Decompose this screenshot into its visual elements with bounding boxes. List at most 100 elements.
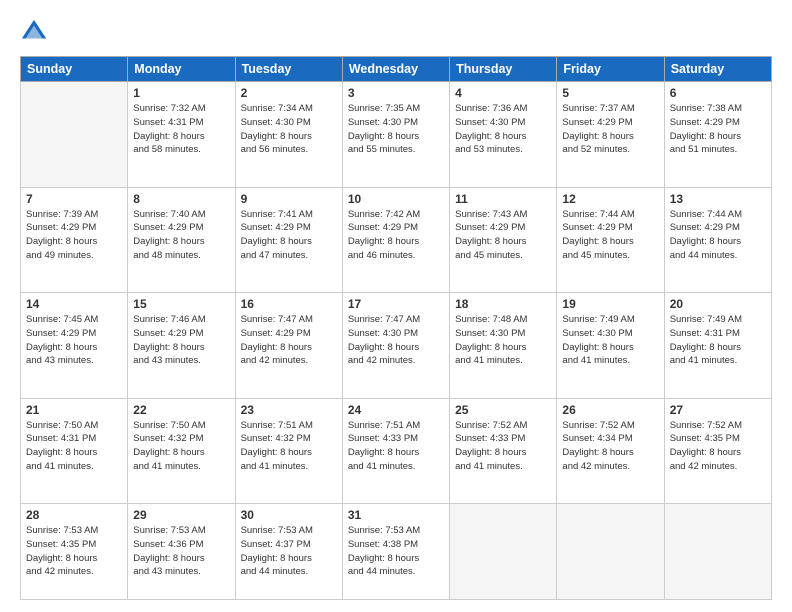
calendar-table: SundayMondayTuesdayWednesdayThursdayFrid… (20, 56, 772, 600)
day-info: Sunrise: 7:35 AMSunset: 4:30 PMDaylight:… (348, 102, 444, 157)
calendar-cell: 27Sunrise: 7:52 AMSunset: 4:35 PMDayligh… (664, 398, 771, 504)
day-number: 29 (133, 508, 229, 522)
day-number: 5 (562, 86, 658, 100)
day-number: 12 (562, 192, 658, 206)
day-number: 21 (26, 403, 122, 417)
day-info: Sunrise: 7:47 AMSunset: 4:29 PMDaylight:… (241, 313, 337, 368)
day-number: 9 (241, 192, 337, 206)
day-info: Sunrise: 7:53 AMSunset: 4:36 PMDaylight:… (133, 524, 229, 579)
day-number: 23 (241, 403, 337, 417)
day-info: Sunrise: 7:50 AMSunset: 4:31 PMDaylight:… (26, 419, 122, 474)
day-info: Sunrise: 7:53 AMSunset: 4:35 PMDaylight:… (26, 524, 122, 579)
day-number: 30 (241, 508, 337, 522)
calendar-cell (557, 504, 664, 600)
day-number: 24 (348, 403, 444, 417)
calendar-week-4: 21 Sunrise: 7:50 AMSunset: 4:31 PMDayligh… (21, 398, 772, 504)
day-number: 14 (26, 297, 122, 311)
day-info: Sunrise: 7:44 AMSunset: 4:29 PMDaylight:… (670, 208, 766, 263)
day-number: 13 (670, 192, 766, 206)
weekday-header-sunday: Sunday (21, 57, 128, 82)
calendar-cell: 16 Sunrise: 7:47 AMSunset: 4:29 PMDayligh… (235, 293, 342, 399)
day-info: Sunrise: 7:36 AMSunset: 4:30 PMDaylight:… (455, 102, 551, 157)
day-info: Sunrise: 7:48 AMSunset: 4:30 PMDaylight:… (455, 313, 551, 368)
weekday-header-thursday: Thursday (450, 57, 557, 82)
calendar-cell: 1 Sunrise: 7:32 AMSunset: 4:31 PMDaylight… (128, 82, 235, 188)
day-number: 10 (348, 192, 444, 206)
calendar-cell: 24 Sunrise: 7:51 AMSunset: 4:33 PMDayligh… (342, 398, 449, 504)
day-info: Sunrise: 7:52 AMSunset: 4:35 PMDaylight:… (670, 419, 766, 474)
day-info: Sunrise: 7:47 AMSunset: 4:30 PMDaylight:… (348, 313, 444, 368)
calendar-cell: 6 Sunrise: 7:38 AMSunset: 4:29 PMDaylight… (664, 82, 771, 188)
calendar-cell: 22Sunrise: 7:50 AMSunset: 4:32 PMDayligh… (128, 398, 235, 504)
day-number: 17 (348, 297, 444, 311)
calendar-cell: 19 Sunrise: 7:49 AMSunset: 4:30 PMDayligh… (557, 293, 664, 399)
calendar-cell: 23 Sunrise: 7:51 AMSunset: 4:32 PMDayligh… (235, 398, 342, 504)
calendar-cell (664, 504, 771, 600)
day-number: 8 (133, 192, 229, 206)
day-number: 16 (241, 297, 337, 311)
day-number: 11 (455, 192, 551, 206)
calendar-cell: 14 Sunrise: 7:45 AMSunset: 4:29 PMDayligh… (21, 293, 128, 399)
day-number: 19 (562, 297, 658, 311)
calendar-cell: 15 Sunrise: 7:46 AMSunset: 4:29 PMDayligh… (128, 293, 235, 399)
calendar-week-5: 28Sunrise: 7:53 AMSunset: 4:35 PMDayligh… (21, 504, 772, 600)
calendar-cell: 20Sunrise: 7:49 AMSunset: 4:31 PMDayligh… (664, 293, 771, 399)
day-info: Sunrise: 7:40 AMSunset: 4:29 PMDaylight:… (133, 208, 229, 263)
day-info: Sunrise: 7:44 AMSunset: 4:29 PMDaylight:… (562, 208, 658, 263)
day-number: 3 (348, 86, 444, 100)
calendar-cell: 3 Sunrise: 7:35 AMSunset: 4:30 PMDaylight… (342, 82, 449, 188)
day-number: 25 (455, 403, 551, 417)
calendar-cell: 25 Sunrise: 7:52 AMSunset: 4:33 PMDayligh… (450, 398, 557, 504)
day-number: 4 (455, 86, 551, 100)
day-info: Sunrise: 7:46 AMSunset: 4:29 PMDaylight:… (133, 313, 229, 368)
day-info: Sunrise: 7:53 AMSunset: 4:37 PMDaylight:… (241, 524, 337, 579)
day-info: Sunrise: 7:45 AMSunset: 4:29 PMDaylight:… (26, 313, 122, 368)
day-info: Sunrise: 7:52 AMSunset: 4:33 PMDaylight:… (455, 419, 551, 474)
calendar-cell: 26Sunrise: 7:52 AMSunset: 4:34 PMDayligh… (557, 398, 664, 504)
day-info: Sunrise: 7:39 AMSunset: 4:29 PMDaylight:… (26, 208, 122, 263)
calendar-cell: 18Sunrise: 7:48 AMSunset: 4:30 PMDayligh… (450, 293, 557, 399)
calendar-cell: 11Sunrise: 7:43 AMSunset: 4:29 PMDayligh… (450, 187, 557, 293)
calendar-cell: 9 Sunrise: 7:41 AMSunset: 4:29 PMDaylight… (235, 187, 342, 293)
calendar-cell: 30 Sunrise: 7:53 AMSunset: 4:37 PMDayligh… (235, 504, 342, 600)
calendar-cell: 13 Sunrise: 7:44 AMSunset: 4:29 PMDayligh… (664, 187, 771, 293)
calendar-cell (21, 82, 128, 188)
day-number: 22 (133, 403, 229, 417)
day-info: Sunrise: 7:49 AMSunset: 4:31 PMDaylight:… (670, 313, 766, 368)
calendar-week-1: 1 Sunrise: 7:32 AMSunset: 4:31 PMDaylight… (21, 82, 772, 188)
weekday-header-tuesday: Tuesday (235, 57, 342, 82)
calendar-cell: 17 Sunrise: 7:47 AMSunset: 4:30 PMDayligh… (342, 293, 449, 399)
page: SundayMondayTuesdayWednesdayThursdayFrid… (0, 0, 792, 612)
weekday-header-friday: Friday (557, 57, 664, 82)
day-info: Sunrise: 7:53 AMSunset: 4:38 PMDaylight:… (348, 524, 444, 579)
day-info: Sunrise: 7:49 AMSunset: 4:30 PMDaylight:… (562, 313, 658, 368)
header (20, 18, 772, 46)
calendar-cell: 5Sunrise: 7:37 AMSunset: 4:29 PMDaylight… (557, 82, 664, 188)
weekday-header-wednesday: Wednesday (342, 57, 449, 82)
calendar-cell: 28Sunrise: 7:53 AMSunset: 4:35 PMDayligh… (21, 504, 128, 600)
day-number: 6 (670, 86, 766, 100)
day-number: 15 (133, 297, 229, 311)
calendar-cell: 21 Sunrise: 7:50 AMSunset: 4:31 PMDayligh… (21, 398, 128, 504)
calendar-cell: 31 Sunrise: 7:53 AMSunset: 4:38 PMDayligh… (342, 504, 449, 600)
day-info: Sunrise: 7:41 AMSunset: 4:29 PMDaylight:… (241, 208, 337, 263)
day-info: Sunrise: 7:51 AMSunset: 4:33 PMDaylight:… (348, 419, 444, 474)
day-number: 26 (562, 403, 658, 417)
day-number: 1 (133, 86, 229, 100)
logo (20, 18, 50, 46)
day-info: Sunrise: 7:32 AMSunset: 4:31 PMDaylight:… (133, 102, 229, 157)
day-info: Sunrise: 7:38 AMSunset: 4:29 PMDaylight:… (670, 102, 766, 157)
weekday-header-row: SundayMondayTuesdayWednesdayThursdayFrid… (21, 57, 772, 82)
calendar-cell: 7 Sunrise: 7:39 AMSunset: 4:29 PMDaylight… (21, 187, 128, 293)
calendar-cell: 12 Sunrise: 7:44 AMSunset: 4:29 PMDayligh… (557, 187, 664, 293)
day-number: 7 (26, 192, 122, 206)
day-number: 31 (348, 508, 444, 522)
calendar-cell: 4 Sunrise: 7:36 AMSunset: 4:30 PMDaylight… (450, 82, 557, 188)
calendar-week-2: 7 Sunrise: 7:39 AMSunset: 4:29 PMDaylight… (21, 187, 772, 293)
calendar-cell: 8 Sunrise: 7:40 AMSunset: 4:29 PMDaylight… (128, 187, 235, 293)
logo-icon (20, 18, 48, 46)
day-info: Sunrise: 7:42 AMSunset: 4:29 PMDaylight:… (348, 208, 444, 263)
day-info: Sunrise: 7:34 AMSunset: 4:30 PMDaylight:… (241, 102, 337, 157)
day-info: Sunrise: 7:51 AMSunset: 4:32 PMDaylight:… (241, 419, 337, 474)
calendar-cell: 10 Sunrise: 7:42 AMSunset: 4:29 PMDayligh… (342, 187, 449, 293)
